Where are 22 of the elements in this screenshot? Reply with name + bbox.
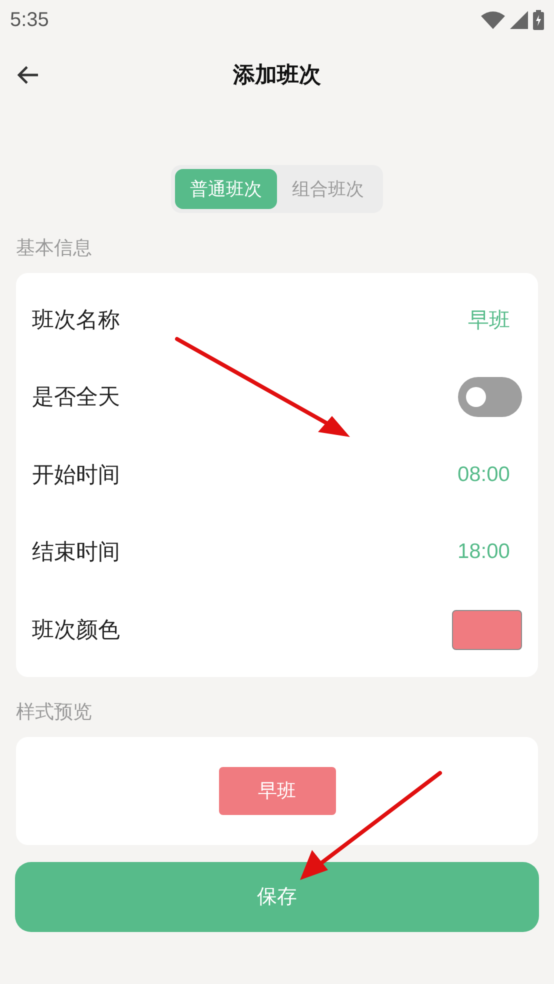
field-label: 结束时间 xyxy=(32,539,120,568)
field-label: 班次颜色 xyxy=(32,616,120,645)
color-swatch[interactable] xyxy=(452,610,522,650)
section-heading: 样式预览 xyxy=(16,700,93,724)
back-arrow-icon[interactable] xyxy=(17,65,39,85)
wifi-icon xyxy=(481,11,505,29)
save-button[interactable]: 保存 xyxy=(15,862,539,932)
field-label: 开始时间 xyxy=(32,462,120,490)
field-value[interactable]: 18:00 xyxy=(457,540,510,564)
battery-icon xyxy=(533,10,544,30)
segment-tab[interactable]: 普通班次 xyxy=(175,169,277,209)
page-title: 添加班次 xyxy=(233,62,321,90)
shift-chip: 早班 xyxy=(218,766,336,814)
field-label: 是否全天 xyxy=(32,384,120,412)
section-heading: 基本信息 xyxy=(16,236,93,261)
field-label: 班次名称 xyxy=(32,306,120,335)
toggle-switch[interactable] xyxy=(458,377,522,418)
field-value[interactable]: 08:00 xyxy=(457,462,510,487)
signal-icon xyxy=(510,11,528,29)
status-time: 5:35 xyxy=(10,8,49,32)
segment-tab[interactable]: 组合班次 xyxy=(277,169,379,209)
field-value[interactable]: 早班 xyxy=(468,306,510,334)
